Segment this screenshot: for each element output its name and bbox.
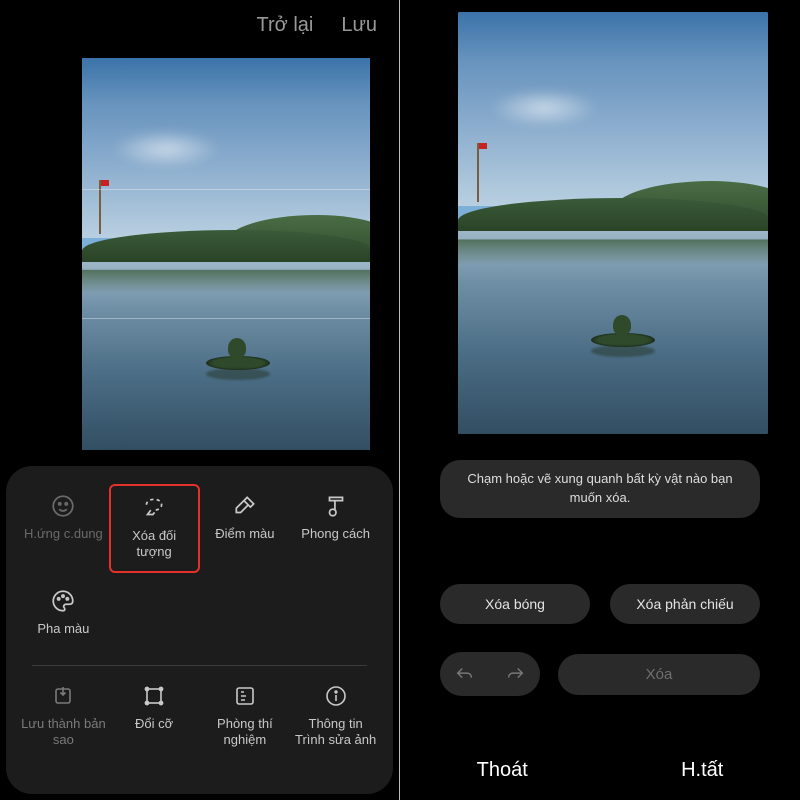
tool-spot-color[interactable]: Điểm màu xyxy=(200,484,291,573)
eyedropper-icon xyxy=(231,492,259,520)
undo-icon xyxy=(454,663,476,685)
brush-icon xyxy=(322,492,350,520)
tool-color-mix[interactable]: Pha màu xyxy=(18,579,109,647)
done-button[interactable]: H.tất xyxy=(681,759,723,782)
crop-handle-tl[interactable] xyxy=(82,58,96,72)
action-resize[interactable]: Đổi cỡ xyxy=(109,674,200,759)
palette-icon xyxy=(49,587,77,615)
panel-divider xyxy=(32,665,367,666)
remove-reflection-button[interactable]: Xóa phản chiếu xyxy=(610,584,760,624)
redo-icon xyxy=(504,663,526,685)
redo-button[interactable] xyxy=(490,652,540,696)
tool-label: Điểm màu xyxy=(215,526,274,542)
tool-label: Phong cách xyxy=(301,526,370,542)
screen-edit-tools: Trở lại Lưu H.ứng c.dung xyxy=(0,0,400,800)
action-label: Thông tin Trình sửa ảnh xyxy=(292,716,379,749)
tool-label: Pha màu xyxy=(37,621,89,637)
undo-button[interactable] xyxy=(440,652,490,696)
labs-icon xyxy=(231,682,259,710)
crop-handle-tr[interactable] xyxy=(356,58,370,72)
photo-preview xyxy=(458,12,768,434)
top-bar: Trở lại Lưu xyxy=(0,0,399,47)
action-labs[interactable]: Phòng thí nghiệm xyxy=(200,674,291,759)
photo-preview xyxy=(82,58,370,450)
resize-icon xyxy=(140,682,168,710)
save-copy-icon xyxy=(49,682,77,710)
tool-object-eraser[interactable]: Xóa đối tượng xyxy=(109,484,200,573)
action-about[interactable]: Thông tin Trình sửa ảnh xyxy=(290,674,381,759)
footer-bar: Thoát H.tất xyxy=(400,759,800,782)
action-label: Lưu thành bản sao xyxy=(20,716,107,749)
lasso-eraser-icon xyxy=(140,494,168,522)
delete-button[interactable]: Xóa xyxy=(558,654,760,695)
action-label: Phòng thí nghiệm xyxy=(202,716,289,749)
back-button[interactable]: Trở lại xyxy=(257,14,314,37)
exit-button[interactable]: Thoát xyxy=(477,759,528,782)
info-icon xyxy=(322,682,350,710)
tool-panel: H.ứng c.dung Xóa đối tượng Điểm màu Phon… xyxy=(6,466,393,794)
action-label: Đổi cỡ xyxy=(135,716,173,732)
photo-crop-area[interactable] xyxy=(82,58,370,450)
crop-handle-br[interactable] xyxy=(356,436,370,450)
tool-portrait-effects[interactable]: H.ứng c.dung xyxy=(18,484,109,573)
action-save-as-copy[interactable]: Lưu thành bản sao xyxy=(18,674,109,759)
tool-style[interactable]: Phong cách xyxy=(290,484,381,573)
instruction-tooltip: Chạm hoặc vẽ xung quanh bất kỳ vật nào b… xyxy=(440,460,760,518)
photo-canvas[interactable] xyxy=(458,12,768,434)
save-button[interactable]: Lưu xyxy=(341,14,377,37)
remove-shadow-button[interactable]: Xóa bóng xyxy=(440,584,590,624)
tool-label: H.ứng c.dung xyxy=(24,526,103,542)
history-row: Xóa xyxy=(440,652,760,696)
face-icon xyxy=(49,492,77,520)
tool-label: Xóa đối tượng xyxy=(113,528,196,561)
screen-object-eraser: Chạm hoặc vẽ xung quanh bất kỳ vật nào b… xyxy=(400,0,800,800)
quick-actions: Xóa bóng Xóa phản chiếu xyxy=(440,584,760,624)
crop-handle-bl[interactable] xyxy=(82,436,96,450)
